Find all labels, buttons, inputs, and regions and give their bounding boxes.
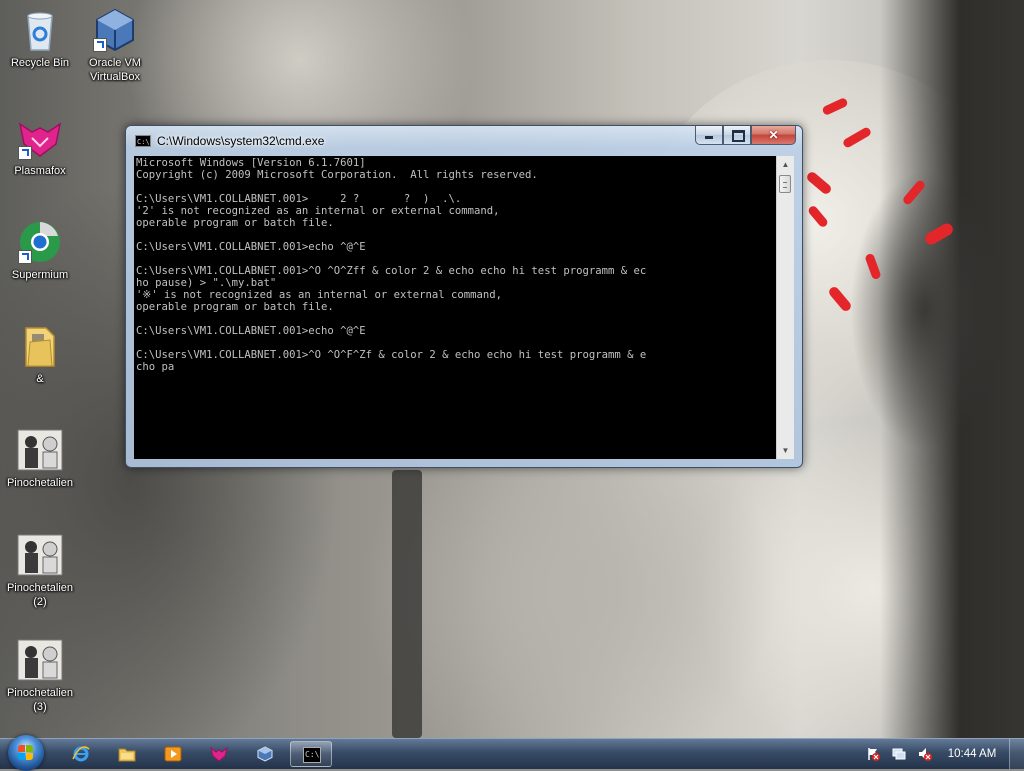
desktop-icon-folder-ampersand[interactable]: & (0, 322, 80, 386)
desktop-icon-label: Pinochetalien (6, 477, 74, 489)
cmd-icon: C:\ (303, 747, 321, 763)
taskbar-internet-explorer[interactable] (60, 741, 102, 767)
action-center-icon[interactable] (866, 747, 880, 761)
scroll-down-button[interactable]: ▼ (777, 442, 794, 459)
media-player-icon (164, 746, 182, 762)
taskbar-clock[interactable]: 10:44 AM (946, 739, 998, 769)
close-button[interactable]: ✕ (751, 126, 796, 145)
maximize-button[interactable] (723, 126, 751, 145)
shortcut-arrow-icon (18, 250, 32, 264)
start-button[interactable] (8, 735, 44, 771)
image-file-icon (16, 426, 64, 474)
show-desktop-button[interactable] (1009, 739, 1024, 769)
desktop-icon-virtualbox[interactable]: Oracle VM VirtualBox (75, 6, 155, 84)
supermium-icon (16, 218, 64, 266)
close-icon: ✕ (768, 128, 779, 142)
network-icon[interactable] (892, 747, 906, 761)
scroll-up-button[interactable]: ▲ (777, 156, 794, 173)
virtualbox-icon (256, 746, 274, 762)
file-explorer-icon (118, 746, 136, 762)
desktop-icon-plasmafox[interactable]: Plasmafox (0, 114, 80, 178)
desktop-icon-pinochetalien-3[interactable]: Pinochetalien (3) (0, 636, 80, 714)
console-output[interactable]: Microsoft Windows [Version 6.1.7601] Cop… (134, 156, 776, 459)
windows-logo-icon (18, 745, 34, 761)
desktop-icon-label: Oracle VM VirtualBox (89, 57, 141, 83)
taskbar-media-player[interactable] (152, 741, 194, 767)
folder-icon (16, 322, 64, 370)
cmd-window[interactable]: C:\ C:\Windows\system32\cmd.exe ✕ Micros… (125, 125, 803, 468)
volume-muted-icon[interactable] (918, 747, 932, 761)
recycle-bin-icon (16, 6, 64, 54)
cmd-icon[interactable]: C:\ (135, 135, 151, 147)
desktop-icon-label: Recycle Bin (10, 57, 70, 69)
cmd-titlebar[interactable]: C:\ C:\Windows\system32\cmd.exe ✕ (126, 126, 802, 156)
desktop-icon-recycle-bin[interactable]: Recycle Bin (0, 6, 80, 70)
desktop-icon-label: Supermium (11, 269, 69, 281)
shortcut-arrow-icon (93, 38, 107, 52)
maximize-icon (732, 130, 745, 142)
plasmafox-icon (210, 746, 228, 762)
desktop-icon-label: Pinochetalien (2) (6, 582, 74, 608)
virtualbox-icon (91, 6, 139, 54)
desktop-icon-label: & (36, 373, 44, 385)
desktop-icon-label: Pinochetalien (3) (6, 687, 74, 713)
window-controls: ✕ (695, 126, 796, 146)
console-text: Microsoft Windows [Version 6.1.7601] Cop… (136, 157, 647, 373)
minimize-icon (705, 136, 713, 139)
cmd-icon-text: C:\ (305, 750, 320, 759)
plasmafox-icon (16, 114, 64, 162)
taskbar-virtualbox[interactable] (244, 741, 286, 767)
desktop-icon-pinochetalien-2[interactable]: Pinochetalien (2) (0, 531, 80, 609)
taskbar-plasmafox[interactable] (198, 741, 240, 767)
image-file-icon (16, 531, 64, 579)
desktop-icon-pinochetalien[interactable]: Pinochetalien (0, 426, 80, 490)
window-title: C:\Windows\system32\cmd.exe (157, 134, 325, 148)
taskbar-file-explorer[interactable] (106, 741, 148, 767)
desktop-icon-supermium[interactable]: Supermium (0, 218, 80, 282)
vertical-scrollbar[interactable]: ▲ ▼ (776, 156, 794, 459)
image-file-icon (16, 636, 64, 684)
scrollbar-thumb[interactable] (779, 175, 791, 193)
taskbar: C:\ 10:44 AM (0, 735, 1024, 771)
internet-explorer-icon (72, 746, 90, 762)
shortcut-arrow-icon (18, 146, 32, 160)
desktop-icon-label: Plasmafox (14, 165, 66, 177)
minimize-button[interactable] (695, 126, 723, 145)
taskbar-cmd[interactable]: C:\ (290, 741, 332, 767)
